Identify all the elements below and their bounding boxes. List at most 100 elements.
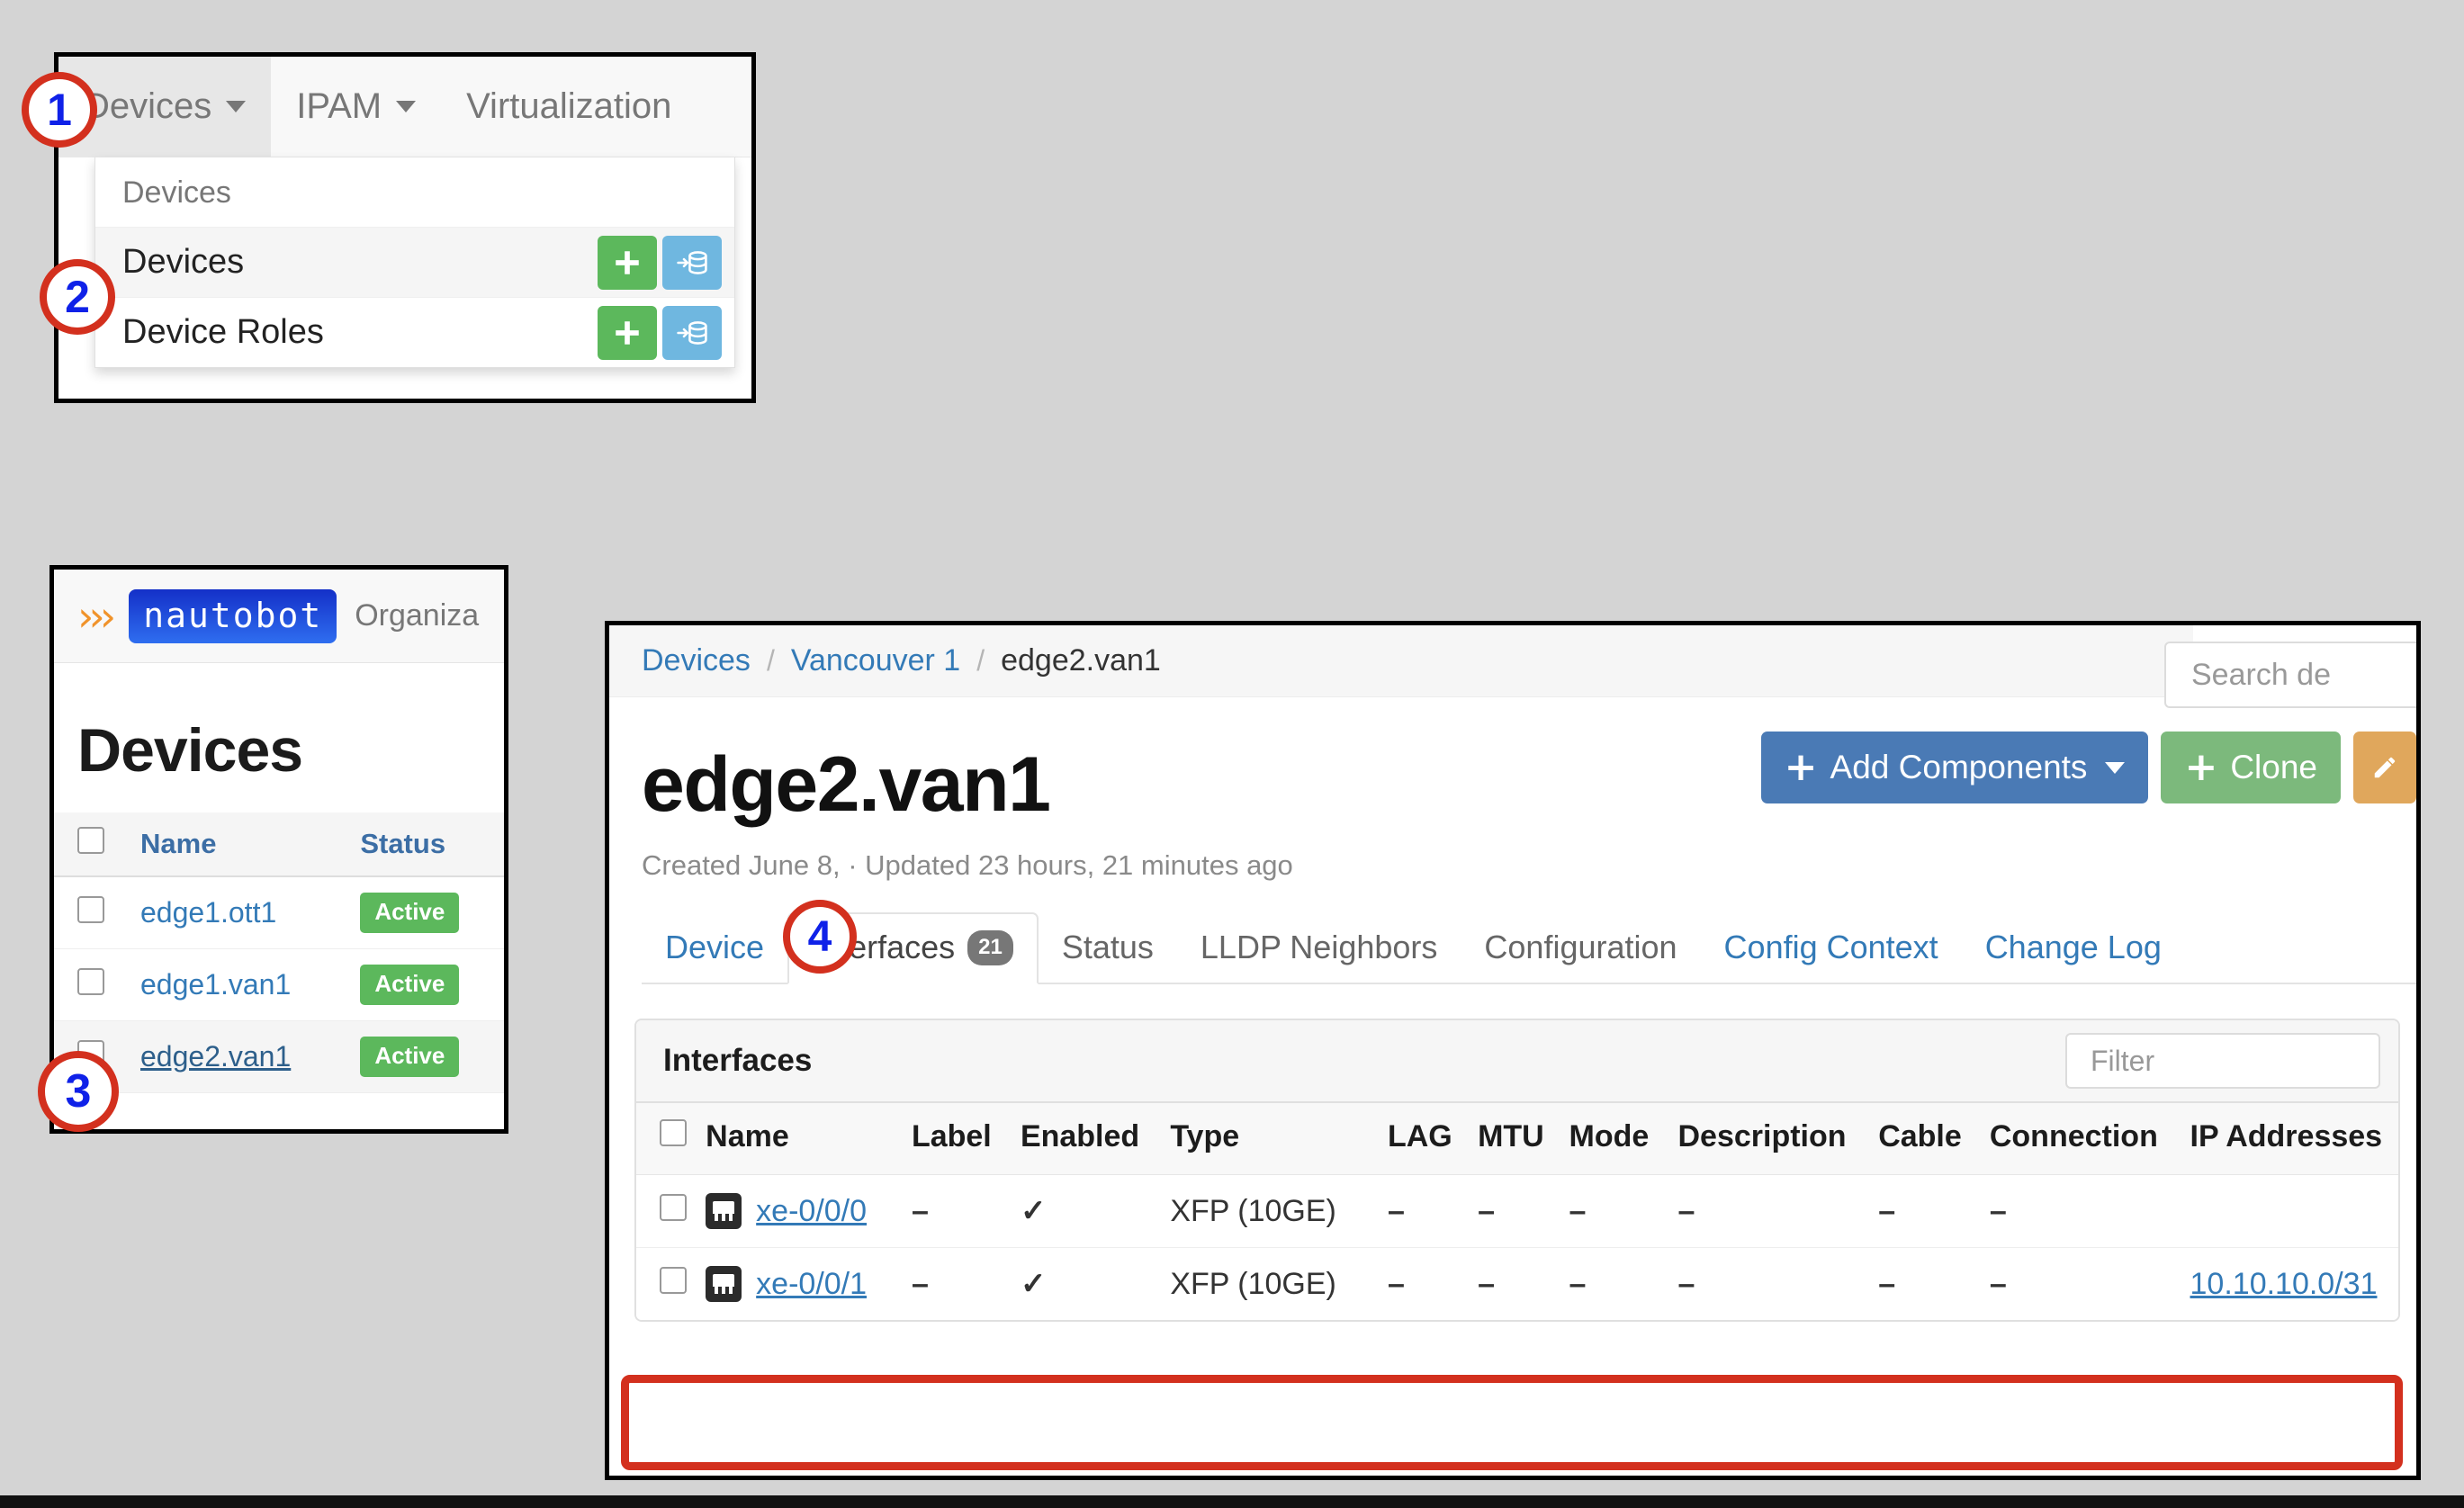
interface-cable-cell: – [1869, 1174, 1981, 1248]
device-link-edge1-ott1[interactable]: edge1.ott1 [140, 896, 276, 929]
tab-status-label: Status [1061, 929, 1154, 965]
status-badge: Active [360, 893, 460, 933]
nav-item-ipam[interactable]: IPAM [271, 57, 441, 157]
interface-ip-addresses-cell: 10.10.10.0/31 [2181, 1247, 2398, 1320]
dropdown-item-devices[interactable]: Devices [95, 227, 734, 297]
clone-button[interactable]: + Clone [2161, 732, 2341, 803]
row-select-cell [636, 1247, 697, 1320]
column-header-name[interactable]: Name [131, 812, 352, 877]
row-checkbox[interactable] [660, 1266, 687, 1294]
nav-menu-panel: Devices IPAM Virtualization Devices Devi… [54, 52, 756, 403]
row-checkbox[interactable] [77, 967, 104, 995]
device-link-edge1-van1[interactable]: edge1.van1 [140, 968, 291, 1001]
tab-config-context[interactable]: Config Context [1701, 929, 1962, 983]
column-header-name[interactable]: Name [697, 1103, 903, 1175]
select-all-header [54, 812, 131, 877]
column-header-mode[interactable]: Mode [1560, 1103, 1669, 1175]
interface-connection-cell: – [1980, 1247, 2181, 1320]
interface-link-xe-0-0-0[interactable]: xe-0/0/0 [756, 1194, 867, 1229]
table-row: edge1.van1 Active [54, 948, 504, 1021]
column-header-lag[interactable]: LAG [1378, 1103, 1470, 1175]
row-checkbox[interactable] [77, 895, 104, 923]
top-navbar: Devices IPAM Virtualization [58, 57, 751, 157]
breadcrumb-separator: / [976, 644, 985, 677]
interface-type-cell: XFP (10GE) [1161, 1174, 1379, 1248]
edit-button[interactable] [2353, 732, 2416, 803]
tab-change-log-label: Change Log [1984, 929, 2162, 965]
device-name-cell: edge2.van1 [131, 1020, 352, 1093]
column-header-connection[interactable]: Connection [1980, 1103, 2181, 1175]
tab-lldp-neighbors[interactable]: LLDP Neighbors [1177, 929, 1461, 983]
select-all-header [636, 1103, 697, 1175]
nautobot-logo: nautobot [129, 588, 337, 643]
device-link-edge2-van1[interactable]: edge2.van1 [140, 1040, 291, 1073]
device-list-panel: ››› nautobot Organiza Devices Name Statu… [49, 565, 508, 1134]
table-row: edge2.van1 Active [54, 1020, 504, 1093]
import-device-roles-button[interactable] [662, 305, 722, 360]
interface-mode-cell: – [1560, 1247, 1669, 1320]
plus-icon: + [1784, 743, 1818, 790]
row-select-cell [54, 948, 131, 1021]
chevron-down-icon [226, 101, 247, 112]
nav-item-devices-label: Devices [84, 86, 212, 126]
plus-icon: + [2184, 743, 2218, 790]
interface-lag-cell: – [1378, 1247, 1470, 1320]
breadcrumb-link-devices[interactable]: Devices [642, 643, 751, 678]
interfaces-table: Name Label Enabled Type LAG MTU Mode Des… [636, 1103, 2398, 1320]
tab-device[interactable]: Device [642, 929, 787, 983]
import-devices-button[interactable] [662, 235, 722, 290]
filter-input[interactable]: Filter [2065, 1033, 2380, 1089]
dropdown-item-device-roles[interactable]: Device Roles [95, 297, 734, 367]
tab-status[interactable]: Status [1039, 929, 1177, 983]
tab-configuration-label: Configuration [1484, 929, 1677, 965]
rj45-interface-icon [706, 1193, 742, 1229]
column-header-enabled[interactable]: Enabled [1011, 1103, 1162, 1175]
select-all-checkbox[interactable] [660, 1119, 687, 1146]
add-device-role-button[interactable] [598, 305, 657, 360]
nav-item-virtualization[interactable]: Virtualization [441, 57, 697, 157]
device-detail-panel: Devices / Vancouver 1 / edge2.van1 Searc… [605, 621, 2421, 1480]
table-header-row: Name Label Enabled Type LAG MTU Mode Des… [636, 1103, 2398, 1175]
tab-config-context-label: Config Context [1723, 929, 1938, 965]
rj45-interface-icon [706, 1266, 742, 1302]
breadcrumb-link-site[interactable]: Vancouver 1 [791, 643, 960, 678]
device-status-cell: Active [351, 948, 504, 1021]
breadcrumb-separator: / [766, 644, 775, 677]
nav-item-organization[interactable]: Organiza [355, 598, 479, 633]
chevron-down-icon [396, 101, 417, 112]
row-checkbox[interactable] [660, 1193, 687, 1221]
tab-device-label: Device [665, 929, 765, 965]
ip-address-link[interactable]: 10.10.10.0/31 [2190, 1267, 2378, 1301]
device-meta: Created June 8, · Updated 23 hours, 21 m… [642, 849, 1293, 881]
row-select-cell [54, 876, 131, 949]
breadcrumb-current: edge2.van1 [1001, 643, 1161, 678]
page-title: Devices [77, 716, 303, 785]
tab-configuration[interactable]: Configuration [1461, 929, 1700, 983]
interface-link-xe-0-0-1[interactable]: xe-0/0/1 [756, 1267, 867, 1302]
screenshot-stage: Devices IPAM Virtualization Devices Devi… [0, 0, 2464, 1508]
interface-mtu-cell: – [1469, 1247, 1560, 1320]
column-header-status[interactable]: Status [351, 812, 504, 877]
device-status-cell: Active [351, 876, 504, 949]
interface-lag-cell: – [1378, 1174, 1470, 1248]
column-header-type[interactable]: Type [1161, 1103, 1379, 1175]
search-input[interactable]: Search de [2164, 642, 2416, 708]
add-device-button[interactable] [598, 235, 657, 290]
tab-change-log[interactable]: Change Log [1962, 929, 2185, 983]
column-header-mtu[interactable]: MTU [1469, 1103, 1560, 1175]
interface-description-cell: – [1668, 1174, 1870, 1248]
interface-type-cell: XFP (10GE) [1161, 1247, 1379, 1320]
callout-4: 4 [783, 900, 857, 974]
interfaces-card-header: Interfaces Filter [636, 1020, 2398, 1103]
add-components-button[interactable]: + Add Components [1760, 732, 2149, 803]
column-header-description[interactable]: Description [1668, 1103, 1870, 1175]
column-header-cable[interactable]: Cable [1869, 1103, 1981, 1175]
table-header-row: Name Status [54, 812, 504, 877]
column-header-ip-addresses[interactable]: IP Addresses [2181, 1103, 2398, 1175]
device-name-cell: edge1.van1 [131, 948, 352, 1021]
pencil-icon [2374, 757, 2396, 778]
interface-label-cell: – [902, 1174, 1012, 1248]
column-header-label[interactable]: Label [902, 1103, 1012, 1175]
nav-item-virtualization-label: Virtualization [466, 86, 672, 126]
select-all-checkbox[interactable] [77, 827, 104, 854]
